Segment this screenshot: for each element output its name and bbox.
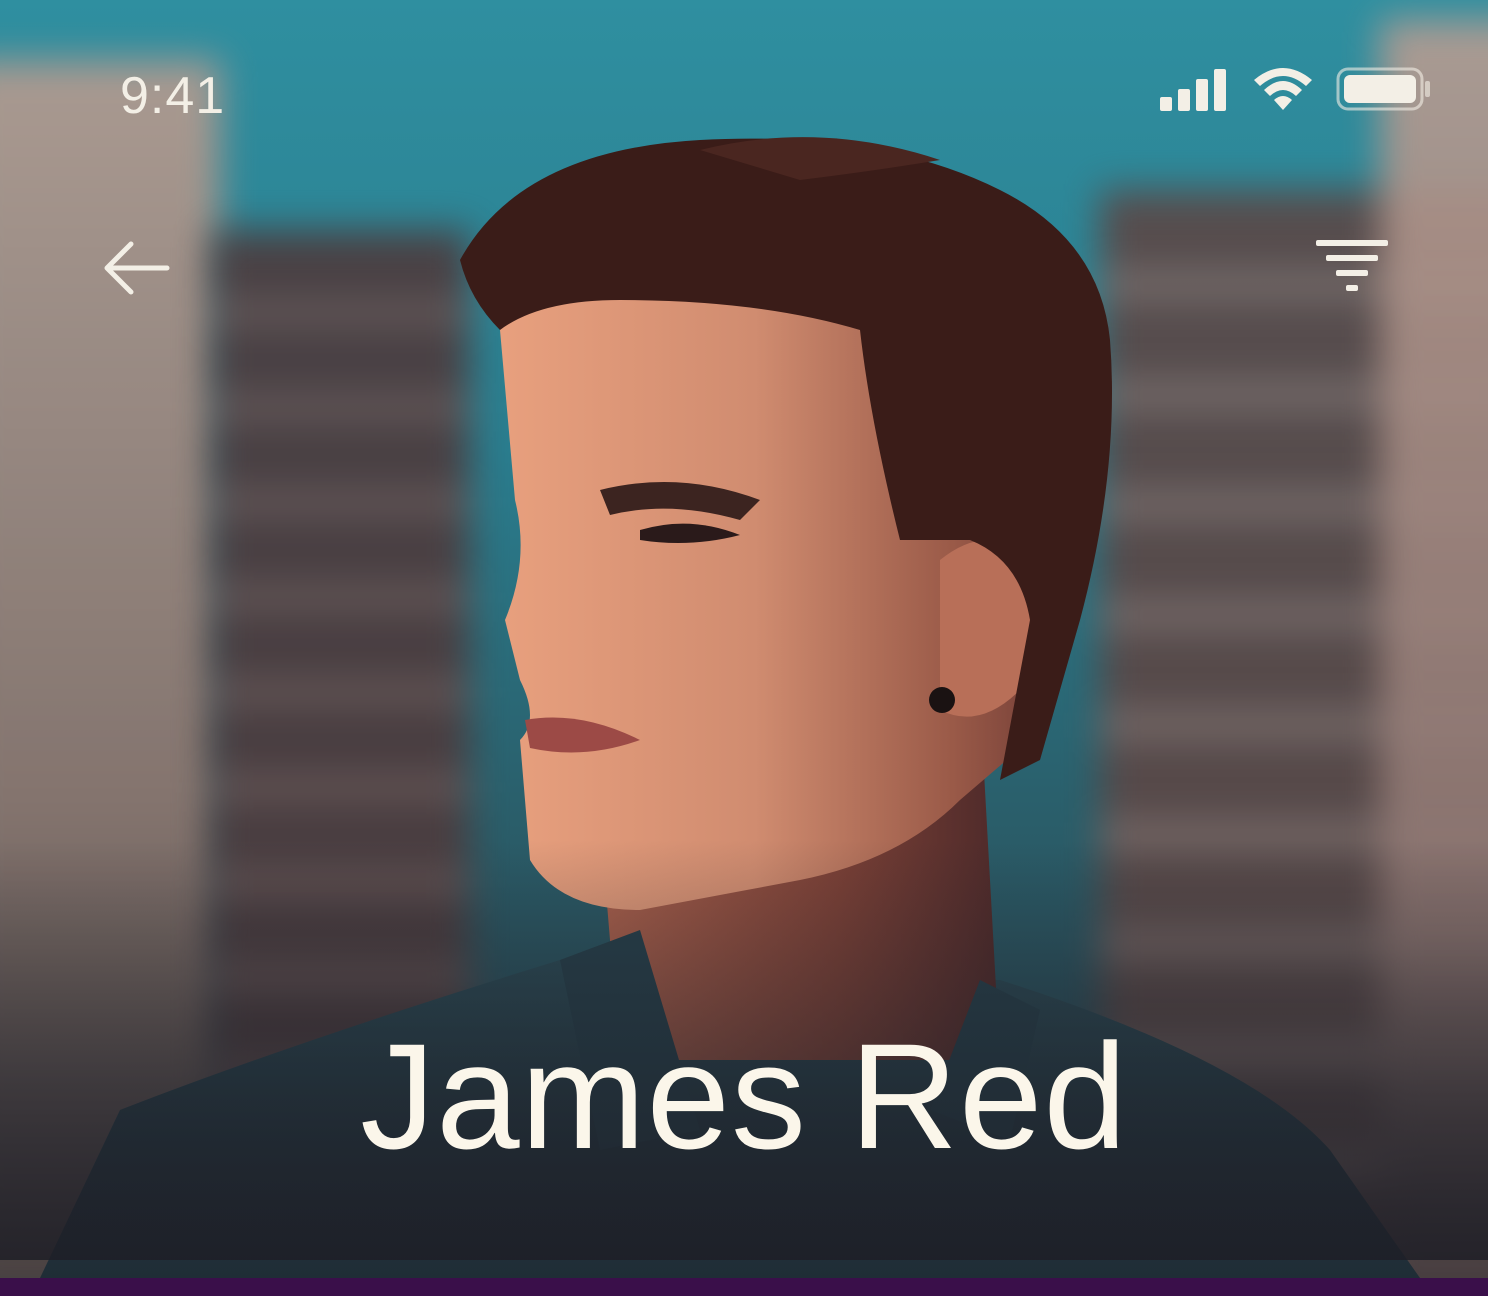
back-button[interactable] <box>96 232 176 304</box>
status-bar-time: 9:41 <box>120 67 226 125</box>
filter-icon <box>1316 240 1388 291</box>
bottom-bar <box>0 1278 1488 1296</box>
battery-icon <box>1336 67 1430 111</box>
status-bar-icons <box>1160 66 1432 112</box>
profile-name: James Red <box>360 1012 1128 1180</box>
filter-button[interactable] <box>1312 232 1392 304</box>
wifi-icon <box>1254 68 1312 110</box>
arrow-left-icon <box>104 241 170 295</box>
cellular-signal-icon <box>1160 69 1226 111</box>
profile-screen: 9:41 James Red <box>0 0 1488 1296</box>
